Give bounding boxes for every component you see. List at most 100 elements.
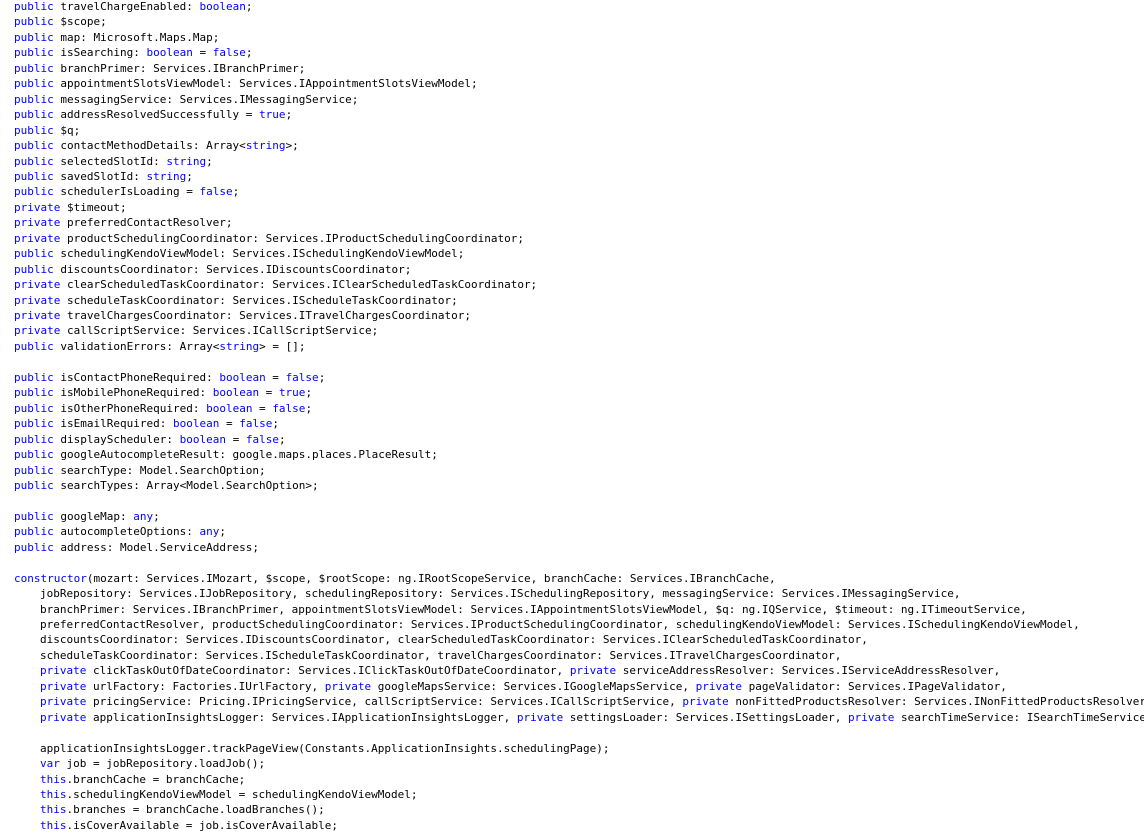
code-text: googleMap: [53,509,134,523]
code-text: discountsCoordinator: Services.IDiscount… [40,633,868,647]
code-text: ; [245,46,253,60]
code-text: serviceAddressResolver: Services.IServic… [616,664,1001,678]
code-text: ; [206,154,213,168]
code-line: this.isCoverAvailable = job.isCoverAvail… [40,818,338,833]
code-keyword: true [259,108,286,122]
code-text: searchTimeService: ISearchTimeService) { [894,710,1144,724]
code-line: private clickTaskOutOfDateCoordinator: S… [40,663,1000,678]
code-keyword: boolean [206,401,253,415]
code-line: public isMobilePhoneRequired: boolean = … [14,385,312,400]
code-keyword: public [14,185,54,199]
code-line: private urlFactory: Factories.IUrlFactor… [40,679,1007,694]
code-text: map: Microsoft.Maps.Map; [53,30,220,44]
code-keyword: private [14,216,61,230]
code-keyword: constructor [14,571,87,585]
code-line: preferredContactResolver, productSchedul… [40,617,1080,632]
code-text: searchTypes: Array<Model.SearchOption>; [53,478,319,492]
code-line: public selectedSlotId: string; [14,154,213,169]
code-text: = [259,386,279,400]
code-text: nonFittedProductsResolver: Services.INon… [728,695,1144,709]
code-text: savedSlotId: [53,169,147,183]
code-line: public autocompleteOptions: any; [14,524,226,539]
code-text: selectedSlotId: [53,154,167,168]
code-text: ; [153,509,160,523]
code-line: this.branches = branchCache.loadBranches… [40,802,325,817]
code-line: constructor(mozart: Services.IMozart, $s… [14,571,776,586]
code-keyword: public [14,478,54,492]
code-keyword: false [245,432,279,446]
code-keyword: private [324,679,372,693]
code-text: googleMapsService: Services.IGoogleMapsS… [371,679,696,693]
code-text: schedulingKendoViewModel: Services.ISche… [53,247,465,261]
code-keyword: private [40,664,87,678]
code-text: pageValidator: Services.IPageValidator, [742,679,1007,693]
code-line: scheduleTaskCoordinator: Services.ISched… [40,648,841,663]
code-text: job = jobRepository.loadJob(); [59,757,266,771]
code-keyword: false [239,417,273,431]
code-keyword: private [40,710,87,724]
code-keyword: public [14,61,54,75]
code-text: branchPrimer: Services.IBranchPrimer; [53,61,306,75]
code-text: validationErrors: Array< [53,339,220,353]
code-keyword: string [245,139,286,153]
code-keyword: public [14,154,54,168]
code-text: ; [186,169,193,183]
code-line: private applicationInsightsLogger: Servi… [40,710,1144,725]
code-text: appointmentSlotsViewModel: Services.IApp… [53,77,478,91]
code-text: settingsLoader: Services.ISettingsLoader… [563,710,848,724]
code-text: isMobilePhoneRequired: [53,386,213,400]
code-keyword: public [14,30,54,44]
code-keyword: private [695,679,743,693]
code-line: this.schedulingKendoViewModel = scheduli… [40,787,418,802]
code-text: ; [318,370,326,384]
code-keyword: public [14,15,54,29]
code-keyword: public [14,169,54,183]
code-keyword: false [212,46,246,60]
code-keyword: private [14,231,61,245]
code-keyword: public [14,448,54,462]
code-keyword: private [40,695,87,709]
code-line: public branchPrimer: Services.IBranchPri… [14,61,305,76]
code-line: public schedulerIsLoading = false; [14,184,239,199]
code-line: public discountsCoordinator: Services.ID… [14,262,411,277]
code-line: public searchType: Model.SearchOption; [14,463,266,478]
code-keyword: this [40,818,67,832]
code-line: private pricingService: Pricing.IPricing… [40,694,1144,709]
code-line: branchPrimer: Services.IBranchPrimer, ap… [40,602,1027,617]
code-keyword: private [14,309,61,322]
code-text: urlFactory: Factories.IUrlFactory, [86,679,325,693]
code-line: private scheduleTaskCoordinator: Service… [14,293,458,308]
code-text: searchType: Model.SearchOption; [53,463,266,477]
code-keyword: public [14,339,54,353]
code-text: .schedulingKendoViewModel = schedulingKe… [66,787,418,801]
code-keyword: this [40,787,67,801]
code-text: scheduleTaskCoordinator: Services.ISched… [40,648,842,662]
code-keyword: public [14,46,54,60]
code-line: private preferredContactResolver; [14,215,233,230]
code-text: isSearching: [53,46,147,60]
code-line: public validationErrors: Array<string> =… [14,339,305,354]
code-text: googleAutocompleteResult: google.maps.pl… [53,448,438,462]
code-keyword: string [219,339,260,353]
code-line: public isContactPhoneRequired: boolean =… [14,370,325,385]
code-text: applicationInsightsLogger: Services.IApp… [86,710,517,724]
code-keyword: this [40,772,67,786]
code-text: $scope; [53,15,107,29]
code-keyword: boolean [212,386,260,400]
code-keyword: private [14,324,61,338]
code-keyword: private [682,695,729,709]
code-editor[interactable]: public travelChargeEnabled: boolean; publ… [0,0,1144,836]
code-text: callScriptService: Services.ICallScriptS… [60,324,379,338]
code-text: ; [232,185,240,199]
code-text: > = []; [259,339,306,353]
code-keyword: public [14,108,54,122]
code-keyword: boolean [219,370,266,384]
code-text: clickTaskOutOfDateCoordinator: Services.… [86,664,570,678]
code-text: isEmailRequired: [53,417,173,431]
code-text: ; [305,386,313,400]
code-keyword: public [14,262,54,276]
code-line: private travelChargesCoordinator: Servic… [14,308,471,323]
code-line: public savedSlotId: string; [14,169,193,184]
code-line: public googleAutocompleteResult: google.… [14,447,438,462]
code-text: = [265,370,286,384]
